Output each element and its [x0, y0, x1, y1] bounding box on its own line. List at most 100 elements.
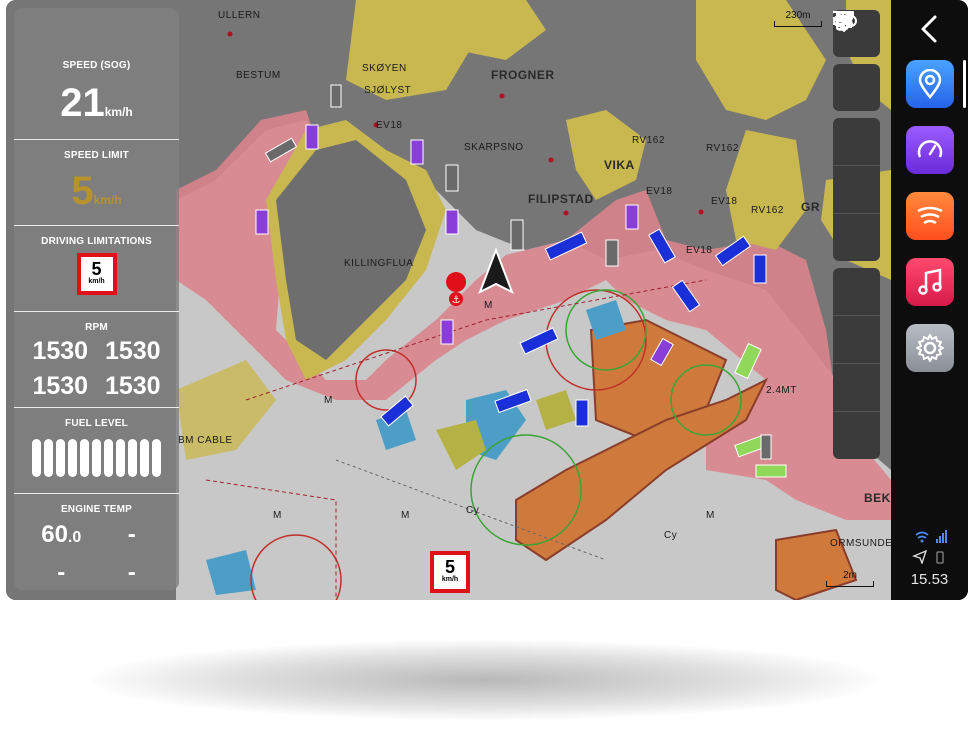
fuel-bar-segment — [140, 439, 149, 477]
place-label: RV162 — [632, 135, 665, 146]
speed-limit-unit: km/h — [93, 193, 122, 207]
place-label: VIKA — [604, 158, 635, 172]
fuel-bar-segment — [44, 439, 53, 477]
place-label: M — [273, 510, 282, 521]
speed-title: SPEED (SOG) — [62, 60, 131, 71]
engine-temp-value: - — [57, 559, 66, 586]
place-label: FROGNER — [491, 68, 555, 82]
speed-unit: km/h — [104, 105, 133, 119]
fuel-level-bars — [14, 429, 179, 477]
fuel-level-title: FUEL LEVEL — [65, 418, 128, 429]
rpm-title: RPM — [85, 322, 108, 333]
fuel-button[interactable] — [833, 12, 880, 412]
place-label: M — [401, 510, 410, 521]
clock: 15.53 — [910, 571, 949, 588]
place-label: ORMSUNDET — [830, 538, 899, 549]
fuel-bar-segment — [68, 439, 77, 477]
place-label: M — [706, 510, 715, 521]
add-location-button[interactable] — [833, 11, 880, 459]
map-app-button[interactable] — [906, 60, 954, 108]
place-label: BEK — [864, 491, 891, 505]
music-note-icon — [918, 268, 942, 295]
speed-limit-sign: 5 km/h — [76, 253, 117, 295]
place-label: EV18 — [646, 186, 673, 197]
place-label: RV162 — [751, 205, 784, 216]
fuel-bar-segment — [116, 439, 125, 477]
rpm-card: RPM 1530 1530 1530 1530 — [14, 312, 179, 408]
place-label: ULLERN — [218, 10, 261, 21]
place-label: BESTUM — [236, 70, 281, 81]
sign-unit: km/h — [88, 278, 105, 285]
speed-value: 21 — [60, 81, 105, 125]
status-icons-row2 — [891, 549, 968, 569]
speed-card: SPEED (SOG) 21km/h — [14, 8, 179, 140]
sonar-app-button[interactable] — [906, 192, 954, 240]
rpm-value: 1530 — [32, 337, 89, 365]
engine-temp-main: 60 — [41, 521, 68, 548]
navigation-button[interactable] — [833, 11, 880, 261]
place-label: 2.4MT — [766, 385, 797, 396]
place-label: KILLINGFLUA — [344, 258, 414, 269]
driving-limitations-card: DRIVING LIMITATIONS 5 km/h — [14, 226, 179, 312]
status-icons — [891, 530, 968, 549]
zoom-in-button[interactable] — [833, 11, 880, 166]
speed-limit-title: SPEED LIMIT — [64, 150, 129, 161]
sign-value: 5 — [444, 557, 455, 577]
place-label: RV162 — [706, 143, 739, 154]
place-label: EV18 — [686, 245, 713, 256]
fuel-bar-segment — [128, 439, 137, 477]
gear-icon — [916, 334, 944, 362]
location-phone-icon — [911, 549, 944, 566]
place-label: FILIPSTAD — [528, 192, 594, 206]
place-label: M — [324, 395, 333, 406]
instrument-panel: SPEED (SOG) 21km/h SPEED LIMIT 5km/h DRI… — [14, 8, 179, 590]
back-button[interactable] — [917, 14, 941, 49]
speed-limit-card: SPEED LIMIT 5km/h — [14, 140, 179, 226]
speedometer-icon — [917, 140, 943, 158]
binoculars-button[interactable] — [833, 12, 880, 316]
place-label: GR — [801, 200, 820, 214]
place-label: SKØYEN — [362, 63, 407, 74]
nautical-chart[interactable]: ⚓ ULLERN BESTUM SKØYEN SJØLYST FROGNER S… — [6, 0, 898, 600]
wifi-signal-icon — [914, 530, 947, 543]
fuel-level-card: FUEL LEVEL — [14, 408, 179, 494]
fuel-bar-segment — [32, 439, 41, 477]
map-toolbar — [833, 10, 880, 466]
rpm-value: 1530 — [104, 337, 161, 365]
scale-label: 2m — [843, 570, 857, 581]
engine-temp-card: ENGINE TEMP 60.0 - - - — [14, 494, 179, 590]
engine-temp-decimal: .0 — [67, 529, 82, 546]
fuel-bar-segment — [104, 439, 113, 477]
engine-temp-value: - — [127, 559, 136, 586]
settings-app-button[interactable] — [906, 324, 954, 372]
device-screen: ⚓ ULLERN BESTUM SKØYEN SJØLYST FROGNER S… — [6, 0, 968, 600]
engine-temp-value: - — [127, 521, 136, 548]
scale-bar-bottom: 2m — [826, 570, 874, 587]
place-label: SKARPSNO — [464, 142, 524, 153]
sign-value: 5 — [91, 259, 102, 279]
speed-limit-value: 5 — [71, 169, 94, 213]
fuel-bar-segment — [80, 439, 89, 477]
rpm-value: 1530 — [104, 372, 161, 400]
active-indicator — [963, 60, 966, 108]
app-dock: 15.53 — [891, 0, 968, 600]
speed-limit-map-sign: 5 km/h — [430, 551, 470, 593]
fuel-bar-segment — [92, 439, 101, 477]
zoom-out-button[interactable] — [833, 19, 880, 214]
rpm-value: 1530 — [32, 372, 89, 400]
speedometer-app-button[interactable] — [906, 126, 954, 174]
engine-temp-value: 60.0 — [26, 521, 97, 549]
place-label: Cy — [664, 530, 678, 541]
driving-limitations-title: DRIVING LIMITATIONS — [41, 236, 152, 247]
fuel-bar-segment — [152, 439, 161, 477]
place-label: EV18 — [711, 196, 738, 207]
map-pin-icon — [918, 69, 942, 99]
svg-text:⚓: ⚓ — [452, 295, 461, 306]
engine-temp-title: ENGINE TEMP — [60, 504, 133, 515]
sign-unit: km/h — [441, 576, 459, 583]
music-app-button[interactable] — [906, 258, 954, 306]
speedometer-button[interactable] — [833, 16, 880, 111]
hand-wave-button[interactable] — [833, 13, 880, 364]
place-label: EV18 — [376, 120, 403, 131]
chevron-left-icon — [921, 15, 937, 43]
